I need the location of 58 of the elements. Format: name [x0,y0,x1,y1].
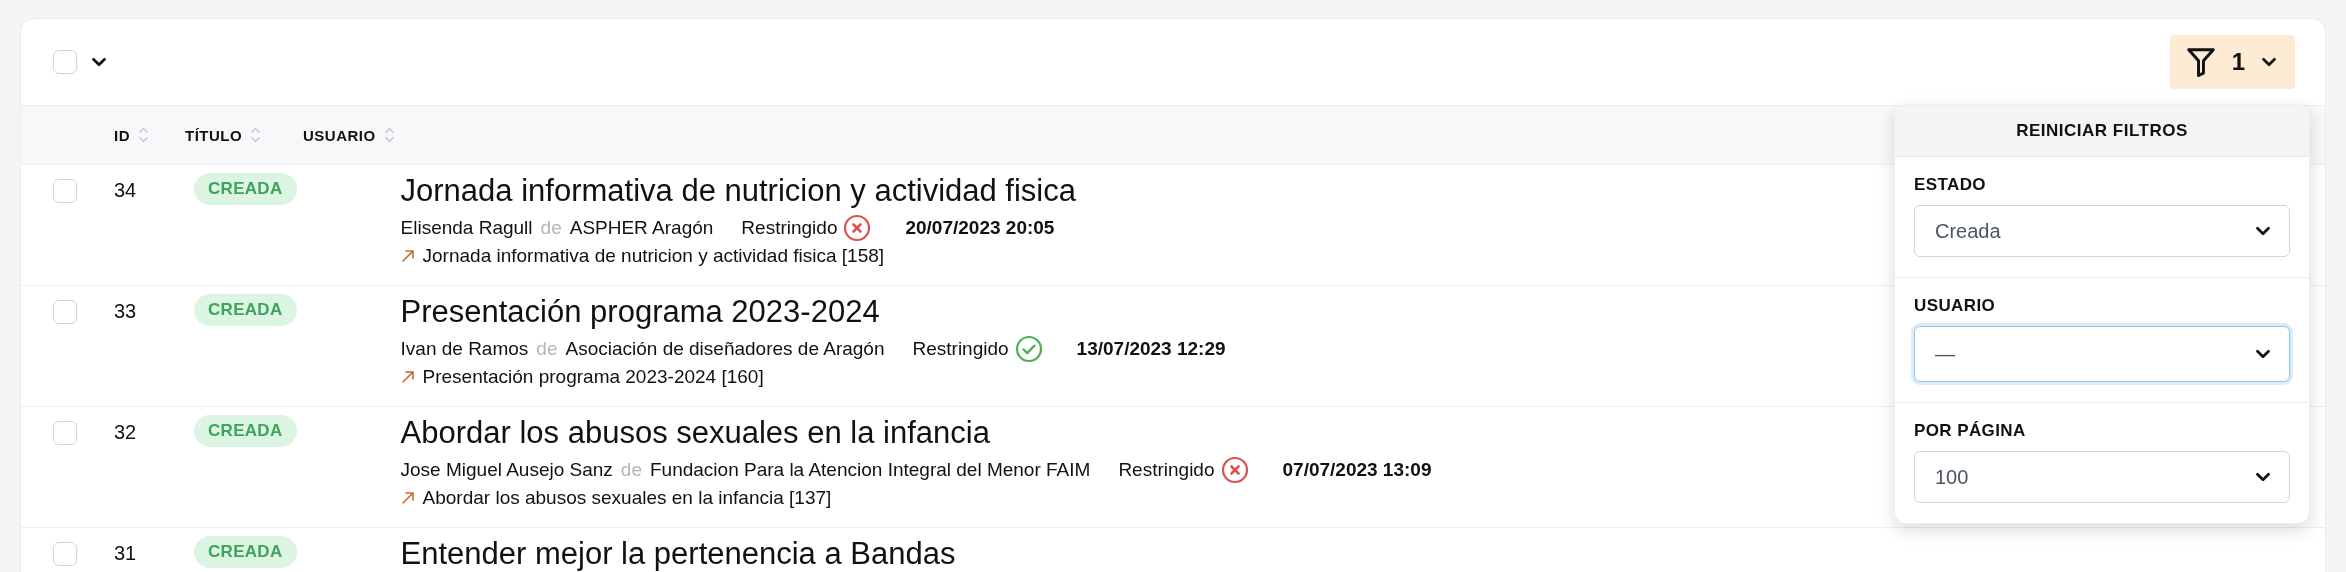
filter-button[interactable]: 1 [2169,35,2295,89]
organization-name: Asociación de diseñadores de Aragón [565,338,885,360]
select-all-checkbox[interactable] [53,50,77,74]
user-name: Ivan de Ramos [400,338,529,360]
column-header[interactable]: TÍTULO [185,126,243,144]
id-cell-text: 33 [114,300,138,323]
connector-text: de [536,338,558,360]
sort-icon[interactable] [250,125,262,145]
select-field[interactable]: 100 [1914,451,2290,503]
connector-text: de [540,217,562,239]
access-label: Restringido [741,217,838,239]
organization-name: ASPHER Aragón [569,217,714,239]
select-field[interactable]: Creada [1914,205,2290,257]
status-badge: CREADA [194,294,297,326]
id-cell-text: 34 [114,179,138,202]
connector-text: de [620,459,642,481]
id-cell-text: 32 [114,421,138,444]
event-title[interactable]: Jornada informativa de nutricion y actividad fisica [400,171,1076,211]
user-name: Jose Miguel Ausejo Sanz [400,459,613,481]
select-field[interactable]: — [1914,326,2290,382]
user-name: Elisenda Ragull [400,217,533,239]
date-time: 13/07/2023 12:29 [1076,338,1226,360]
organization-name: Fundacion Para la Atencion Integral del Menor FAIM [649,459,1091,481]
related-link[interactable]: Abordar los abusos sexuales en la infancia [137] [422,487,832,509]
chevron-down-icon [2261,57,2277,67]
event-title[interactable]: Presentación programa 2023-2024 [400,292,1226,332]
row-checkbox[interactable] [53,300,77,324]
status-badge: CREADA [194,415,297,447]
related-link[interactable]: Jornada informativa de nutricion y actividad fisica [158] [422,245,885,267]
field-label: ESTADO [1914,175,1987,195]
date-time: 20/07/2023 20:05 [905,217,1055,239]
row-checkbox[interactable] [53,421,77,445]
arrow-up-right-icon [400,491,415,505]
status-badge: CREADA [194,173,297,205]
sort-icon[interactable] [138,125,149,145]
chevron-down-icon [2255,226,2271,236]
reset-filters-button[interactable]: REINICIAR FILTROS [1895,105,2309,157]
column-header[interactable]: ID [114,126,130,144]
chevron-down-icon [2255,472,2271,482]
chevron-down-icon [2255,349,2271,359]
related-link[interactable]: Presentación programa 2023-2024 [160] [422,366,764,388]
id-cell-text: 31 [114,542,138,565]
field-label: POR PÁGINA [1914,421,2027,441]
event-title[interactable]: Entender mejor la pertenencia a Bandas [400,534,956,572]
column-header[interactable]: USUARIO [303,126,376,144]
event-title[interactable]: Abordar los abusos sexuales en la infancia [400,413,1432,453]
sort-icon[interactable] [383,125,395,145]
date-time: 07/07/2023 13:09 [1282,459,1432,481]
row-checkbox[interactable] [53,542,77,566]
select-menu-chevron-icon [91,57,107,67]
status-badge: CREADA [194,536,297,568]
access-label: Restringido [1118,459,1215,481]
arrow-up-right-icon [400,370,415,384]
access-label: Restringido [912,338,1009,360]
arrow-up-right-icon [400,249,415,263]
row-checkbox[interactable] [53,179,77,203]
field-label: USUARIO [1914,296,1997,316]
filter-icon [2185,46,2216,78]
